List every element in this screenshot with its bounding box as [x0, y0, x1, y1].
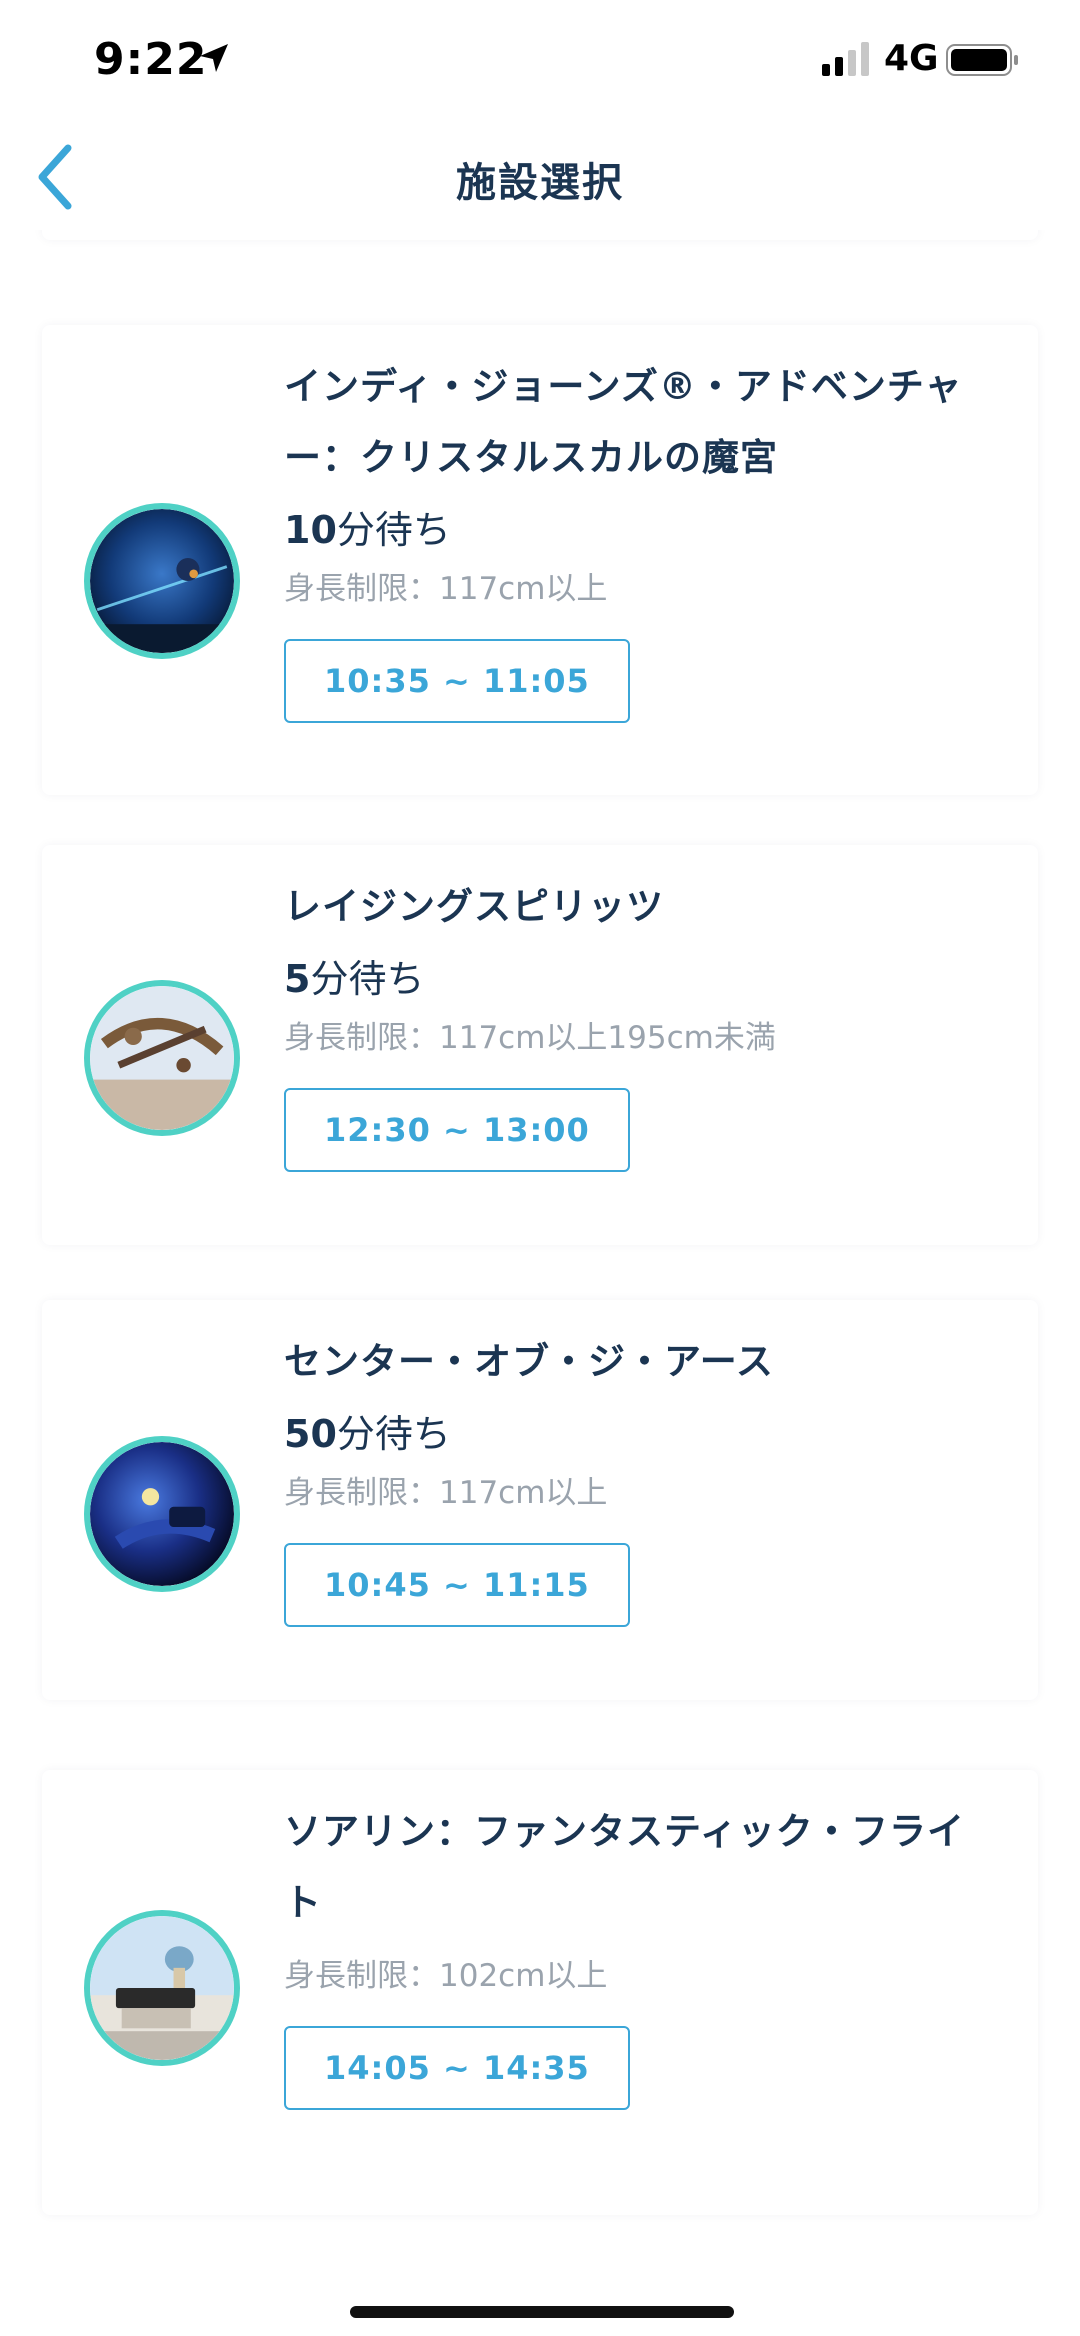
attraction-card[interactable]: センター・オブ・ジ・アース 50分待ち 身長制限：117cm以上 10:45 ~… — [42, 1300, 1038, 1700]
wait-number: 10 — [284, 508, 337, 552]
status-time: 9:22 — [94, 34, 208, 85]
time-slot-button[interactable]: 10:35 ~ 11:05 — [284, 639, 630, 723]
wait-number: 50 — [284, 1412, 337, 1456]
location-arrow-icon — [200, 44, 228, 72]
wait-time: 5分待ち — [284, 952, 998, 1006]
attraction-card[interactable]: ソアリン：ファンタスティック・フライト 身長制限：102cm以上 14:05 ~… — [42, 1770, 1038, 2215]
attraction-thumbnail — [84, 980, 240, 1136]
attraction-card[interactable]: インディ・ジョーンズ®・アドベンチャー：クリスタルスカルの魔宮 10分待ち 身長… — [42, 325, 1038, 795]
height-limit: 身長制限：117cm以上 — [284, 1475, 608, 1511]
wait-suffix: 分待ち — [336, 508, 451, 552]
attraction-thumbnail — [84, 503, 240, 659]
signal-icon — [822, 42, 869, 76]
height-limit: 身長制限：117cm以上195cm未満 — [284, 1020, 776, 1056]
page-title: 施設選択 — [456, 160, 624, 206]
height-limit: 身長制限：102cm以上 — [284, 1958, 608, 1994]
wait-suffix: 分待ち — [310, 957, 425, 1001]
nav-bar: 施設選択 — [0, 120, 1080, 230]
attraction-card[interactable]: レイジングスピリッツ 5分待ち 身長制限：117cm以上195cm未満 12:3… — [42, 845, 1038, 1245]
status-bar: 9:22 4G — [0, 0, 1080, 120]
network-label: 4G — [884, 38, 939, 79]
attraction-name: センター・オブ・ジ・アース — [284, 1340, 774, 1383]
attraction-name: ソアリン：ファンタスティック・フライト — [284, 1810, 966, 1924]
attraction-thumbnail — [84, 1436, 240, 1592]
attraction-thumbnail — [84, 1910, 240, 2066]
wait-time: 50分待ち — [284, 1407, 998, 1461]
attraction-list[interactable]: インディ・ジョーンズ®・アドベンチャー：クリスタルスカルの魔宮 10分待ち 身長… — [0, 230, 1080, 2280]
time-slot-button[interactable]: 14:05 ~ 14:35 — [284, 2026, 630, 2110]
wait-suffix: 分待ち — [336, 1412, 451, 1456]
home-indicator[interactable] — [350, 2306, 734, 2318]
attraction-name: インディ・ジョーンズ®・アドベンチャー：クリスタルスカルの魔宮 — [284, 365, 963, 479]
time-slot-button[interactable]: 10:45 ~ 11:15 — [284, 1543, 630, 1627]
attraction-card-partial — [42, 230, 1038, 240]
wait-number: 5 — [284, 957, 311, 1001]
height-limit: 身長制限：117cm以上 — [284, 571, 608, 607]
attraction-name: レイジングスピリッツ — [284, 885, 664, 928]
wait-time: 10分待ち — [284, 503, 998, 557]
battery-icon — [946, 44, 1018, 76]
time-slot-button[interactable]: 12:30 ~ 13:00 — [284, 1088, 630, 1172]
